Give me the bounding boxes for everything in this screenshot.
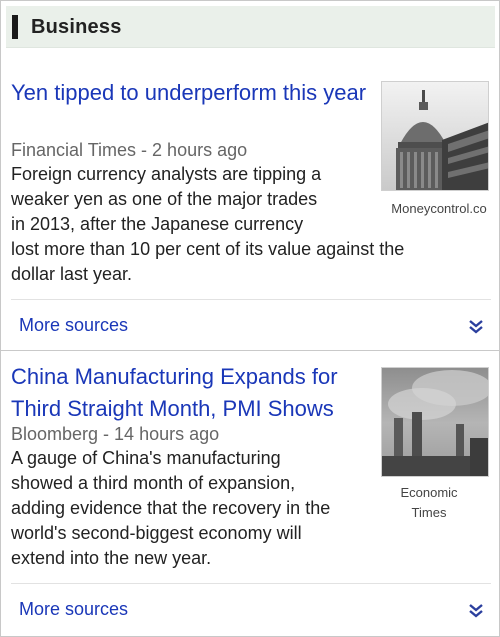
double-chevron-down-icon[interactable] <box>467 317 485 335</box>
story-time: 2 hours ago <box>152 140 248 160</box>
story-divider <box>11 583 491 584</box>
double-chevron-down-icon[interactable] <box>467 601 485 619</box>
story-snippet: Foreign currency analysts are tipping a … <box>11 162 371 237</box>
snippet-line: lost more than 10 per cent of its value … <box>11 239 405 259</box>
story-meta: Financial Times - 2 hours ago <box>11 138 247 162</box>
snippet-line: world's second-biggest economy will <box>11 523 302 543</box>
section-bar-icon <box>12 15 18 39</box>
section-title: Business <box>31 16 122 38</box>
story-source: Bloomberg <box>11 424 99 444</box>
industrial-smokestack-image <box>382 368 488 476</box>
snippet-line: Foreign currency analysts are tipping a <box>11 164 322 184</box>
more-sources-link[interactable]: More sources <box>19 597 128 621</box>
meta-separator: - <box>136 140 153 160</box>
story-source: Financial Times <box>11 140 137 160</box>
snippet-line: showed a third month of expansion, <box>11 473 296 493</box>
thumbnail-source[interactable]: Economic Times <box>377 483 481 523</box>
news-story: Yen tipped to underperform this year Fin… <box>1 73 500 353</box>
story-separator <box>1 350 500 351</box>
more-sources-link[interactable]: More sources <box>19 313 128 337</box>
story-thumbnail[interactable] <box>381 367 489 477</box>
news-panel: Business Yen tipped to underperform this… <box>0 0 500 637</box>
snippet-line: weaker yen as one of the major trades <box>11 189 318 209</box>
capitol-building-image <box>382 82 488 190</box>
snippet-line: extend into the new year. <box>11 548 212 568</box>
story-headline-link[interactable]: Yen tipped to underperform this year <box>11 77 371 109</box>
story-divider <box>11 299 491 300</box>
story-snippet: A gauge of China's manufacturing showed … <box>11 446 371 571</box>
thumbnail-source-line: Times <box>411 505 447 520</box>
snippet-line: A gauge of China's manufacturing <box>11 448 281 468</box>
section-header: Business <box>6 6 495 48</box>
story-thumbnail[interactable] <box>381 81 489 191</box>
story-snippet-continued: lost more than 10 per cent of its value … <box>11 237 481 287</box>
news-story: China Manufacturing Expands for Third St… <box>1 361 500 637</box>
thumbnail-source-line: Economic <box>400 485 458 500</box>
snippet-line: in 2013, after the Japanese currency <box>11 214 304 234</box>
story-headline-link[interactable]: China Manufacturing Expands for Third St… <box>11 361 371 425</box>
thumbnail-source[interactable]: Moneycontrol.co <box>377 199 500 219</box>
meta-separator: - <box>98 424 115 444</box>
story-time: 14 hours ago <box>114 424 220 444</box>
snippet-line: dollar last year. <box>11 264 133 284</box>
snippet-line: adding evidence that the recovery in the <box>11 498 331 518</box>
story-meta: Bloomberg - 14 hours ago <box>11 422 219 446</box>
